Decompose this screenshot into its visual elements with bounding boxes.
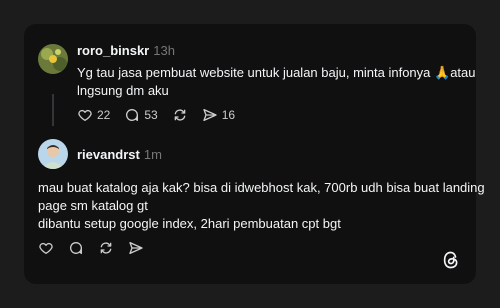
timestamp: 1m [143,147,162,162]
post-text-line: lngsung dm aku [77,83,169,98]
post-actions: 22 53 16 [77,105,249,125]
thread-line [52,94,54,126]
comment-button[interactable] [68,240,84,256]
heart-icon [39,242,53,254]
like-button[interactable] [38,240,54,256]
comment-icon [70,242,82,254]
post-text-line: dibantu setup google index, 2hari pembua… [38,216,341,231]
heart-icon [78,109,92,121]
repost-icon [174,109,186,121]
send-icon [129,242,143,254]
comment-icon [126,109,139,121]
post-text: Yg tau jasa pembuat website untuk jualan… [77,64,476,100]
threads-logo-icon[interactable] [442,250,460,275]
username[interactable]: roro_binskr [77,43,149,58]
post-text: mau buat katalog aja kak? bisa di idwebh… [38,179,485,233]
share-button[interactable]: 16 [202,107,235,123]
avatar[interactable] [38,44,68,74]
like-count: 22 [97,108,111,122]
repost-icon [100,242,112,254]
repost-button[interactable] [98,240,114,256]
threads-card: roro_binskr 13h Yg tau jasa pembuat websi… [24,24,485,284]
comment-count: 53 [144,108,158,122]
send-icon [203,109,217,121]
post-text-line: Yg tau jasa pembuat website untuk jualan… [77,65,476,80]
like-button[interactable]: 22 [77,107,110,123]
timestamp: 13h [153,43,175,58]
post-header: rievandrst 1m [77,147,162,162]
repost-button[interactable] [172,107,188,123]
share-count: 16 [221,108,236,122]
share-button[interactable] [128,240,144,256]
username[interactable]: rievandrst [77,147,140,162]
post-header: roro_binskr 13h [77,43,175,58]
post-text-line: page sm katalog gt [38,198,148,213]
post-text-line: mau buat katalog aja kak? bisa di idwebh… [38,180,485,195]
post-actions [38,238,158,258]
avatar[interactable] [38,139,68,169]
comment-button[interactable]: 53 [124,107,158,123]
